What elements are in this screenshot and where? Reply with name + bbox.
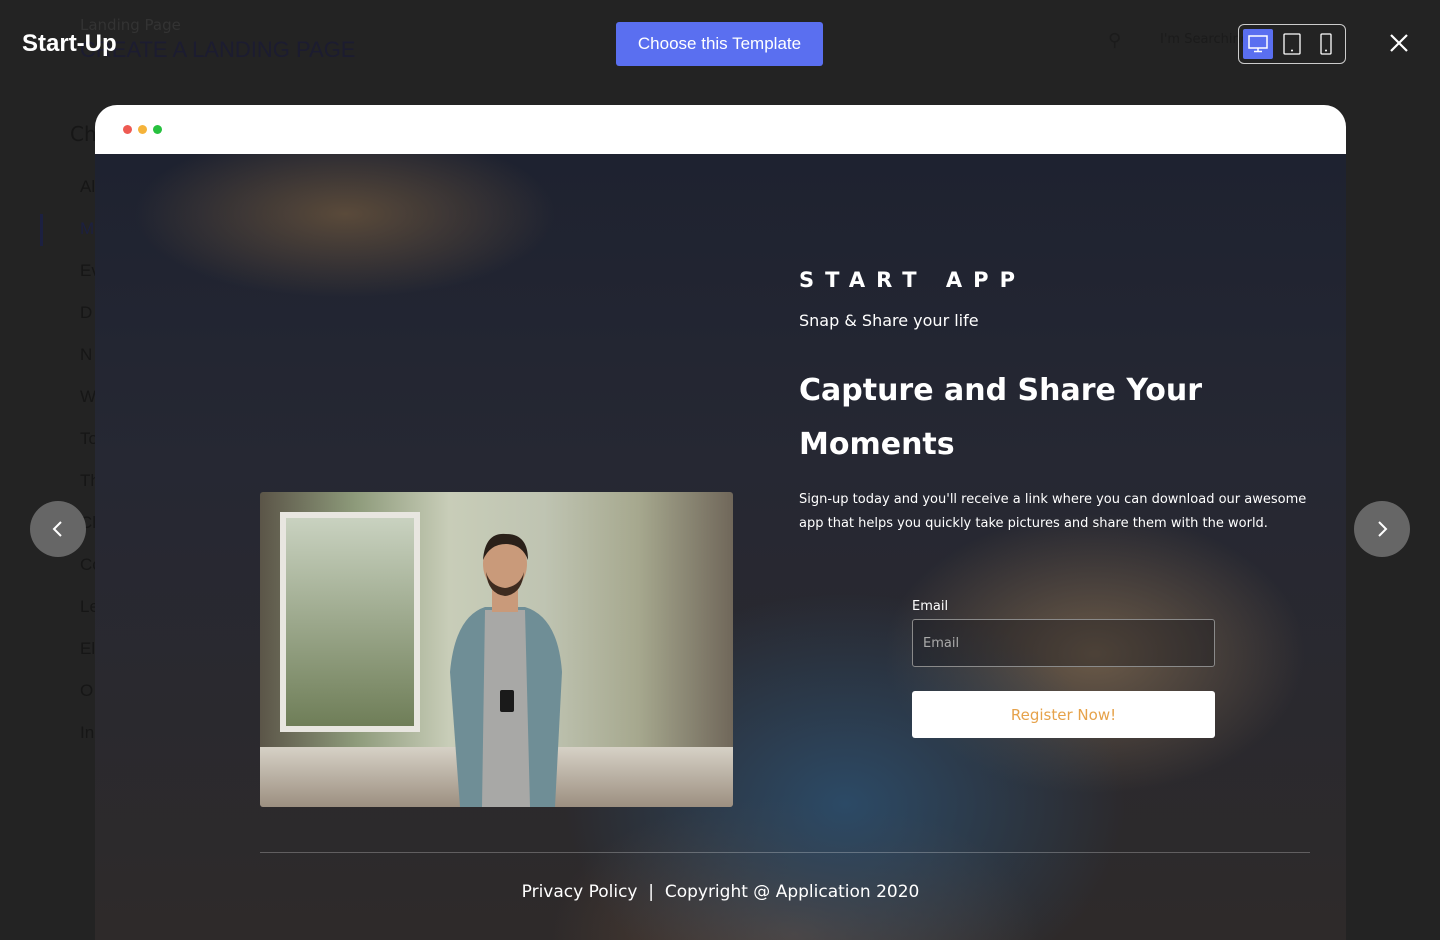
tablet-view-button[interactable] [1277,29,1307,59]
yellow-dot-icon [138,125,147,134]
bg-category-item: M [80,219,95,238]
mobile-icon [1320,33,1332,55]
template-title: Start-Up [22,30,117,57]
red-dot-icon [123,125,132,134]
next-template-button[interactable] [1354,501,1410,557]
tablet-icon [1283,33,1301,55]
device-toggle [1238,24,1346,64]
headline: Capture and Share Your Moments [799,373,1203,462]
email-input[interactable] [912,619,1215,667]
bg-category-item: N [80,345,93,364]
email-label: Email [912,599,949,614]
brand-name: START APP [799,268,1026,292]
description: Sign-up today and you'll receive a link … [799,492,1307,531]
bg-category-item: W [80,387,97,406]
desktop-icon [1248,35,1268,53]
tagline: Snap & Share your life [799,311,979,330]
footer-text: Privacy Policy | Copyright @ Application… [521,882,920,902]
bg-search-input: I'm Searching [1160,32,1249,47]
chevron-left-icon [52,521,62,537]
choose-template-button[interactable]: Choose this Template [616,22,823,66]
landing-content: START APP Snap & Share your life Capture… [95,154,1346,940]
hero-photo [260,492,733,807]
bg-category-item: O [80,681,94,700]
green-dot-icon [153,125,162,134]
mobile-view-button[interactable] [1311,29,1341,59]
template-preview: START APP Snap & Share your life Capture… [95,105,1346,940]
bg-page-title: CREATE A LANDING PAGE [80,37,356,62]
bg-category-item: D [80,303,93,322]
footer-divider [260,852,1310,853]
previous-template-button[interactable] [30,501,86,557]
browser-chrome [95,105,1346,154]
bg-category-item: El [80,639,96,658]
register-button[interactable]: Register Now! [912,691,1215,738]
chevron-right-icon [1378,521,1388,537]
close-button[interactable] [1384,28,1414,58]
bg-active-indicator [40,214,43,246]
bg-category-heading: Ch [70,122,97,146]
desktop-view-button[interactable] [1243,29,1273,59]
search-icon: ⚲ [1108,30,1122,51]
close-icon [1390,34,1408,52]
bg-category-item: In [80,723,95,742]
bg-category-item: Al [80,177,96,196]
